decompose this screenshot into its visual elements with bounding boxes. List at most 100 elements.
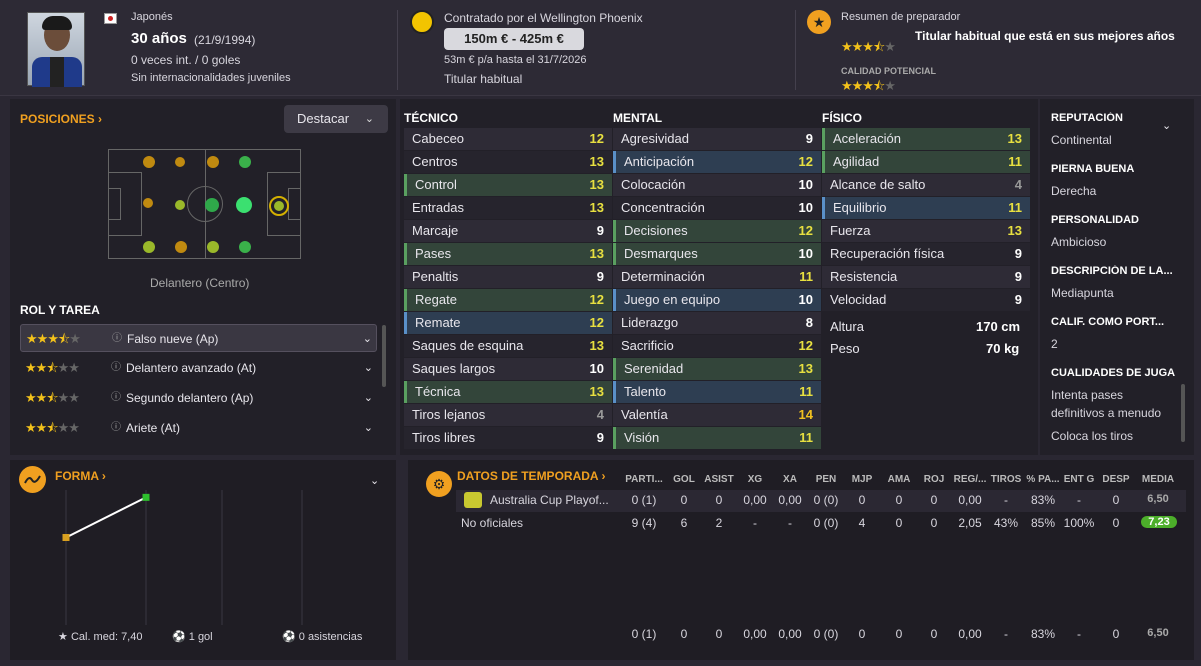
attribute-value: 12	[589, 315, 604, 330]
form-title[interactable]: FORMA ›	[55, 469, 106, 483]
attribute-row[interactable]: Determinación 11	[613, 266, 821, 288]
attribute-name: Resistencia	[830, 269, 898, 284]
competition-name[interactable]: Australia Cup Playof...	[490, 493, 620, 507]
weight-value: 70 kg	[986, 341, 1020, 356]
current-ability-stars: ★★★⯪★	[841, 39, 896, 54]
form-point[interactable]	[62, 534, 70, 541]
attribute-row[interactable]: Alcance de salto 4	[822, 174, 1030, 196]
attribute-row[interactable]: Centros 13	[404, 151, 612, 173]
attribute-row[interactable]: Valentía 14	[613, 404, 821, 426]
chevron-down-icon[interactable]: ⌄	[363, 325, 372, 353]
attribute-value: 9	[1014, 292, 1022, 307]
nationality: Japonés	[131, 11, 173, 23]
attribute-row[interactable]: Tiros lejanos 4	[404, 404, 612, 426]
selected-position[interactable]	[269, 196, 289, 216]
role-row[interactable]: ★★⯪★★ ⓘ Delantero avanzado (At) ⌄	[20, 354, 377, 382]
attribute-value: 11	[799, 430, 813, 445]
attribute-row[interactable]: Tiros libres 9	[404, 427, 612, 449]
attribute-row[interactable]: Entradas 13	[404, 197, 612, 219]
attribute-name: Técnica	[415, 384, 461, 399]
competition-name[interactable]: No oficiales	[461, 516, 523, 530]
info-icon[interactable]: ⓘ	[111, 354, 121, 382]
role-row[interactable]: ★★⯪★★ ⓘ Segundo delantero (Ap) ⌄	[20, 384, 377, 412]
gear-ball-icon: ⚙	[426, 471, 452, 497]
attribute-value: 13	[589, 338, 604, 353]
attribute-value: 9	[596, 269, 604, 284]
attribute-name: Talento	[624, 384, 666, 399]
star-icon: ★	[58, 631, 68, 643]
attribute-row[interactable]: Cabeceo 12	[404, 128, 612, 150]
chevron-down-icon[interactable]: ⌄	[364, 414, 373, 442]
highlight-dropdown[interactable]: Destacar ⌄	[284, 105, 388, 133]
ball-icon: ⚽	[172, 631, 186, 643]
attribute-row[interactable]: Concentración 10	[613, 197, 821, 219]
club-crest-icon[interactable]	[410, 10, 434, 34]
attribute-row[interactable]: Equilibrio 11	[822, 197, 1030, 219]
attribute-row[interactable]: Pases 13	[404, 243, 612, 265]
scrollbar[interactable]	[382, 325, 386, 387]
attribute-row[interactable]: Saques largos 10	[404, 358, 612, 380]
attribute-name: Agresividad	[621, 131, 689, 146]
value-badge[interactable]: 150m € - 425m €	[444, 28, 584, 50]
height-label: Altura	[830, 319, 864, 334]
attribute-row[interactable]: Colocación 10	[613, 174, 821, 196]
attribute-row[interactable]: Aceleración 13	[822, 128, 1030, 150]
form-point[interactable]	[142, 493, 150, 501]
chevron-down-icon[interactable]: ⌄	[1162, 119, 1171, 132]
attribute-row[interactable]: Sacrificio 12	[613, 335, 821, 357]
info-icon[interactable]: ⓘ	[111, 384, 121, 412]
chevron-down-icon[interactable]: ⌄	[364, 384, 373, 412]
attribute-row[interactable]: Juego en equipo 10	[613, 289, 821, 311]
attribute-name: Centros	[412, 154, 458, 169]
position-name: Delantero (Centro)	[150, 276, 250, 290]
role-row[interactable]: ★★⯪★★ ⓘ Ariete (At) ⌄	[20, 414, 377, 442]
role-label: Delantero avanzado (At)	[126, 361, 257, 375]
attribute-row[interactable]: Marcaje 9	[404, 220, 612, 242]
attribute-row[interactable]: Desmarques 10	[613, 243, 821, 265]
attribute-row[interactable]: Control 13	[404, 174, 612, 196]
attribute-value: 12	[589, 131, 604, 146]
positions-title[interactable]: POSICIONES ›	[20, 112, 102, 126]
chevron-down-icon[interactable]: ⌄	[370, 474, 379, 487]
attribute-row[interactable]: Velocidad 9	[822, 289, 1030, 311]
info-icon[interactable]: ⓘ	[111, 414, 121, 442]
attribute-row[interactable]: Liderazgo 8	[613, 312, 821, 334]
column-header[interactable]: PARTI...	[622, 474, 666, 485]
attribute-row[interactable]: Anticipación 12	[613, 151, 821, 173]
role-label: Segundo delantero (Ap)	[126, 391, 254, 405]
attribute-row[interactable]: Penaltis 9	[404, 266, 612, 288]
attribute-row[interactable]: Fuerza 13	[822, 220, 1030, 242]
attribute-row[interactable]: Resistencia 9	[822, 266, 1030, 288]
attribute-value: 11	[799, 384, 813, 399]
attribute-name: Liderazgo	[621, 315, 679, 330]
attribute-row[interactable]: Remate 12	[404, 312, 612, 334]
attribute-name: Pases	[415, 246, 452, 261]
divider	[795, 10, 796, 90]
role-row[interactable]: ★★★⯪★ ⓘ Falso nueve (Ap) ⌄	[20, 324, 377, 352]
attribute-name: Velocidad	[830, 292, 887, 307]
attribute-row[interactable]: Recuperación física 9	[822, 243, 1030, 265]
attribute-row[interactable]: Talento 11	[613, 381, 821, 403]
attribute-row[interactable]: Técnica 13	[404, 381, 612, 403]
position-dot	[175, 241, 187, 253]
position-dot	[205, 198, 219, 212]
column-header[interactable]: DESP	[1094, 474, 1138, 485]
attribute-row[interactable]: Visión 11	[613, 427, 821, 449]
attribute-row[interactable]: Saques de esquina 13	[404, 335, 612, 357]
attribute-row[interactable]: Regate 12	[404, 289, 612, 311]
attribute-row[interactable]: Serenidad 13	[613, 358, 821, 380]
chevron-down-icon[interactable]: ⌄	[364, 354, 373, 382]
scrollbar[interactable]	[1181, 384, 1185, 442]
column-header[interactable]: MEDIA	[1136, 474, 1180, 485]
attribute-row[interactable]: Agilidad 11	[822, 151, 1030, 173]
potential-ability-stars: ★★★⯪★	[841, 78, 896, 93]
contract[interactable]: Contratado por el Wellington Phoenix	[444, 11, 643, 25]
attribute-row[interactable]: Decisiones 12	[613, 220, 821, 242]
season-title[interactable]: DATOS DE TEMPORADA ›	[457, 469, 605, 483]
attribute-row[interactable]: Agresividad 9	[613, 128, 821, 150]
info-value: Intenta pases definitivos a menudo	[1051, 388, 1162, 420]
attribute-value: 13	[589, 154, 604, 169]
position-dot	[143, 198, 153, 208]
info-icon[interactable]: ⓘ	[112, 325, 122, 353]
attribute-name: Marcaje	[412, 223, 459, 238]
